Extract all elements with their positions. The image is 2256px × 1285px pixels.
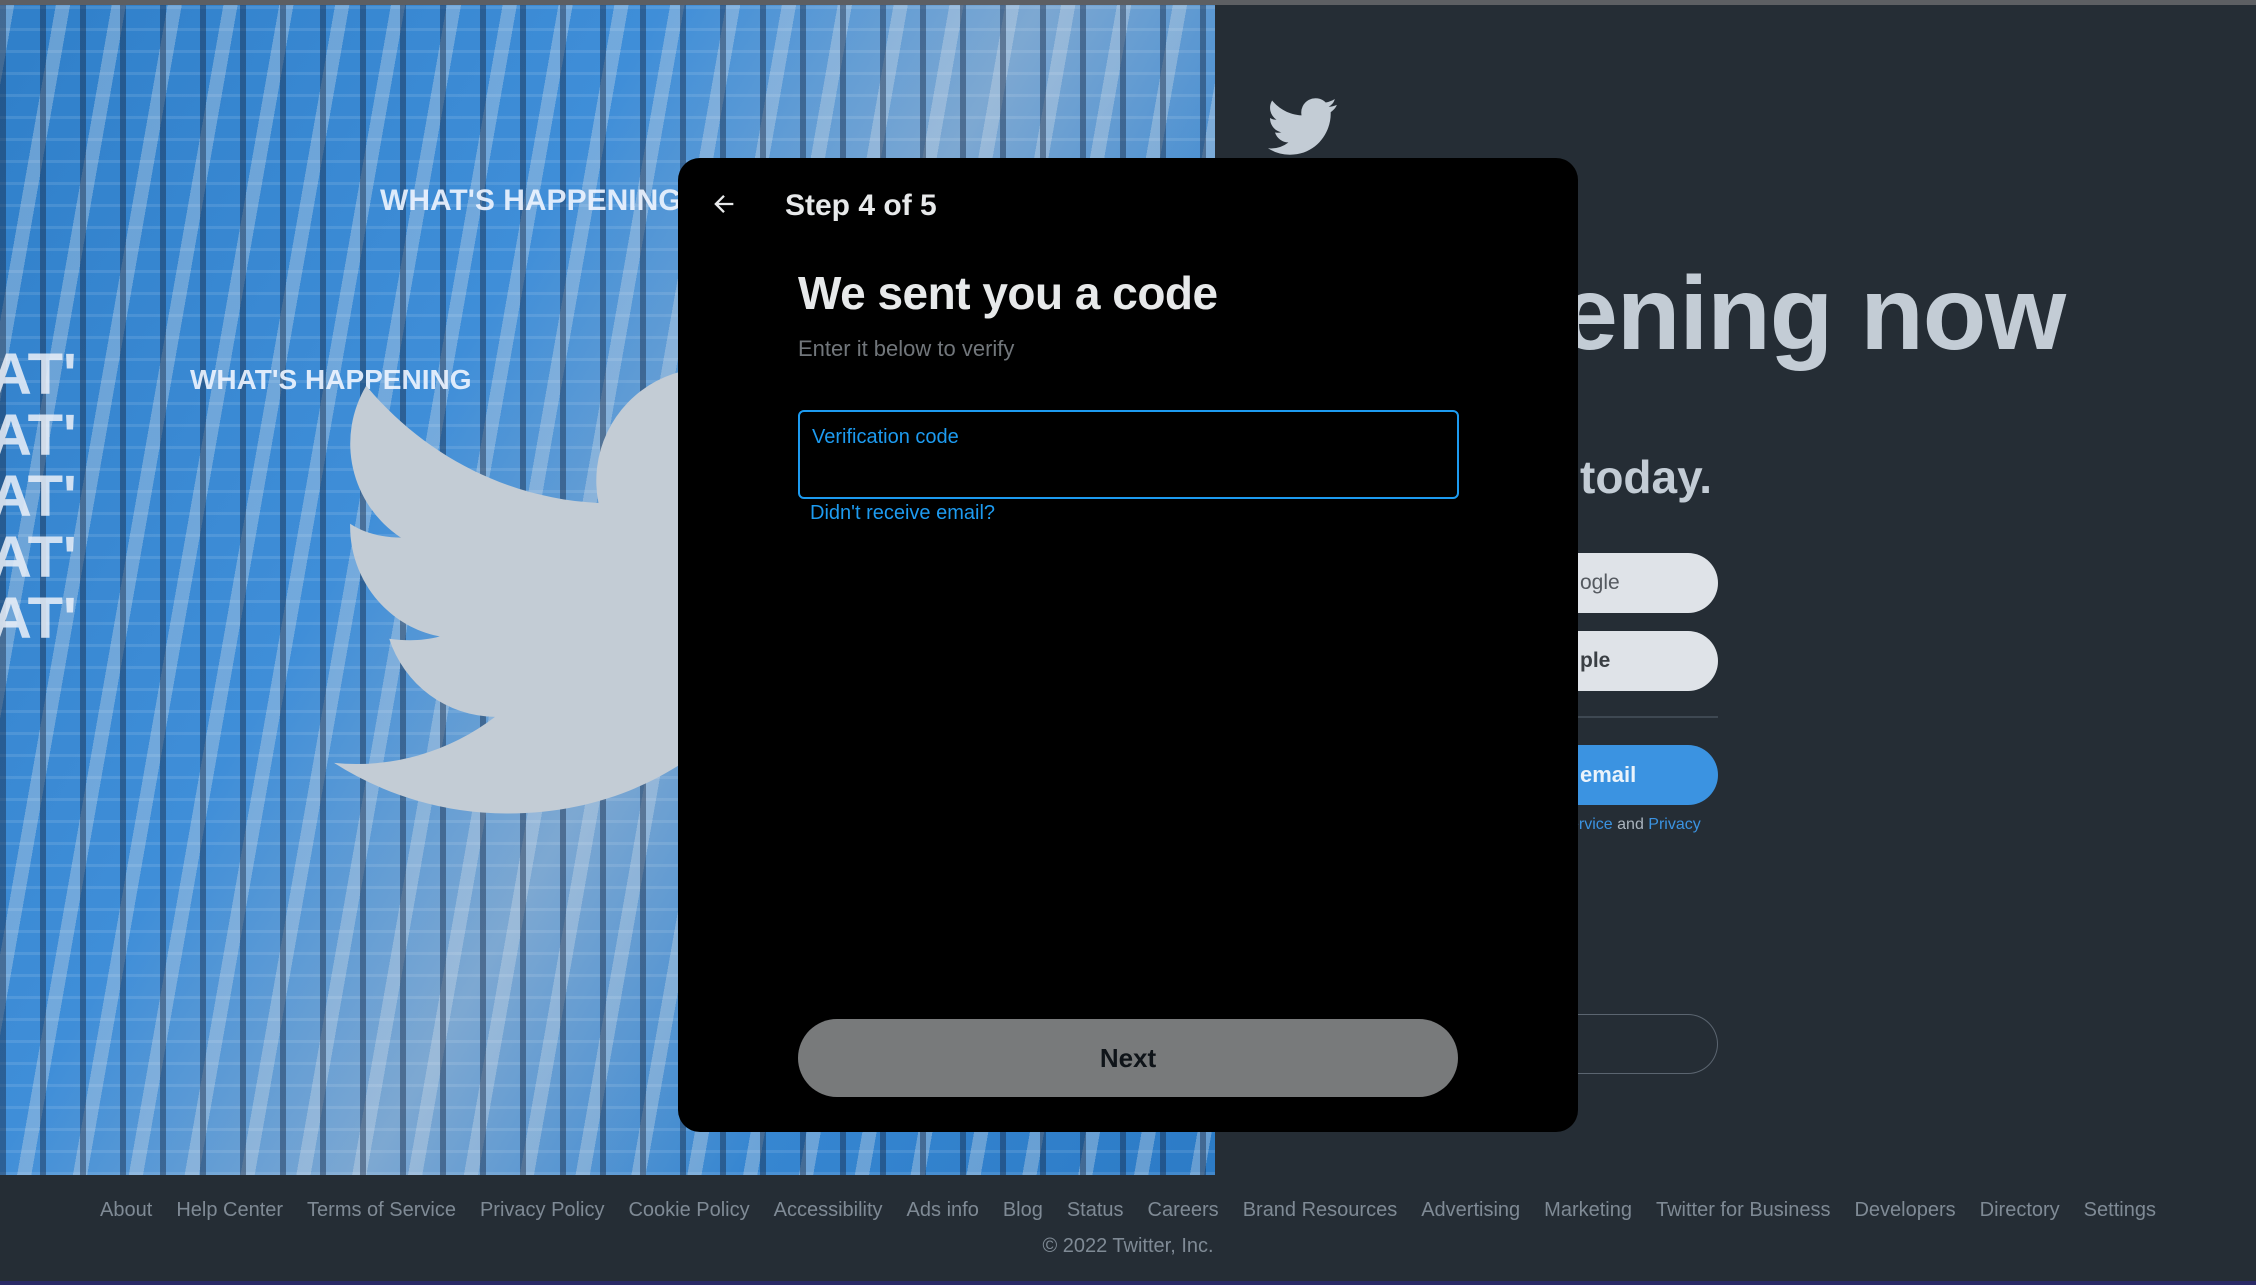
footer-link[interactable]: Marketing — [1532, 1199, 1644, 1222]
footer-link[interactable]: Careers — [1136, 1199, 1231, 1222]
terms-and: and — [1617, 816, 1644, 833]
resend-email-link[interactable]: Didn't receive email? — [810, 502, 995, 525]
footer-link[interactable]: Twitter for Business — [1644, 1199, 1843, 1222]
footer-link[interactable]: Ads info — [895, 1199, 991, 1222]
twitter-logo-icon — [1268, 98, 1337, 155]
footer-link[interactable]: Help Center — [164, 1199, 295, 1222]
hero-text: AT' AT' AT' AT' AT' — [0, 342, 77, 651]
verification-code-input[interactable] — [812, 456, 1442, 490]
footer-link[interactable]: Terms of Service — [295, 1199, 468, 1222]
background-headline: ening now — [1560, 256, 2066, 372]
bottom-border — [0, 1281, 2256, 1285]
page-subtitle: Enter it below to verify — [798, 336, 1015, 361]
copyright: © 2022 Twitter, Inc. — [1042, 1235, 1214, 1257]
footer-link[interactable]: Settings — [2072, 1199, 2168, 1222]
footer-link[interactable]: Directory — [1968, 1199, 2072, 1222]
footer-link[interactable]: Privacy Policy — [468, 1199, 616, 1222]
footer-nav: About Help Center Terms of Service Privacy … — [0, 1199, 2256, 1222]
hero-text: WHAT'S HAPPENING — [380, 184, 682, 217]
footer-link[interactable]: Advertising — [1409, 1199, 1532, 1222]
privacy-link[interactable]: Privacy — [1648, 816, 1700, 833]
step-title: Step 4 of 5 — [785, 189, 937, 222]
footer-link[interactable]: Developers — [1842, 1199, 1967, 1222]
footer-link[interactable]: About — [88, 1199, 164, 1222]
footer-link[interactable]: Blog — [991, 1199, 1055, 1222]
footer-link[interactable]: Brand Resources — [1231, 1199, 1410, 1222]
verification-code-label: Verification code — [812, 426, 959, 448]
background-subheadline: today. — [1580, 451, 1713, 503]
verification-code-field[interactable]: Verification code — [798, 410, 1459, 499]
footer-link[interactable]: Status — [1055, 1199, 1136, 1222]
signup-modal: Step 4 of 5 We sent you a code Enter it … — [678, 158, 1578, 1132]
back-button[interactable] — [698, 178, 750, 230]
terms-text: ervice and Privacy — [1570, 816, 1701, 834]
next-button[interactable]: Next — [798, 1019, 1458, 1097]
footer: About Help Center Terms of Service Privacy … — [0, 1175, 2256, 1285]
footer-link[interactable]: Cookie Policy — [616, 1199, 761, 1222]
page-title: We sent you a code — [798, 267, 1218, 319]
arrow-left-icon — [714, 195, 734, 213]
footer-link[interactable]: Accessibility — [762, 1199, 895, 1222]
